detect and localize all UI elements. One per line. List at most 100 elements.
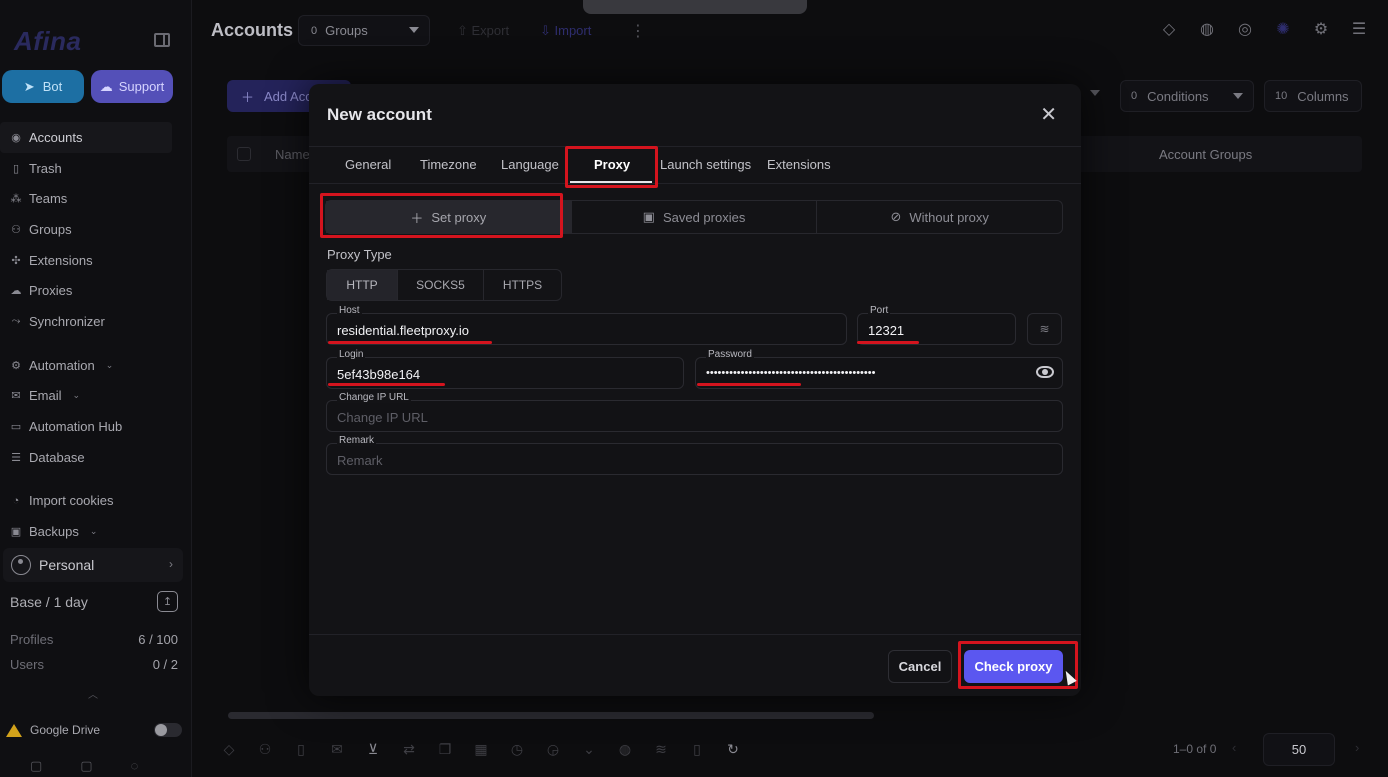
download-icon[interactable]: ⊻ <box>364 741 382 758</box>
port-value: 12321 <box>868 323 905 338</box>
automation-icon: ⚙ <box>11 359 21 372</box>
tab-general[interactable]: General <box>345 157 391 172</box>
clock-icon[interactable]: ◷ <box>508 741 526 758</box>
bug-icon[interactable]: ✺ <box>1274 20 1292 38</box>
start-icon[interactable]: ◇ <box>220 741 238 758</box>
team-icon[interactable]: ⚇ <box>256 741 274 758</box>
remark-field[interactable]: Remark Remark <box>326 435 1063 475</box>
workspace-selector[interactable]: Personal › <box>3 548 183 582</box>
underline-password <box>697 383 801 386</box>
chevron-down-icon[interactable]: ⌄ <box>580 741 598 758</box>
plus-icon: ＋ <box>410 210 424 226</box>
cloud-icon: ☁ <box>10 285 22 298</box>
groups-select[interactable]: 0 Groups <box>298 15 430 46</box>
sidebar-item-backups[interactable]: ▣ Backups ⌄ <box>0 516 192 547</box>
refresh-icon[interactable]: ↻ <box>724 741 742 758</box>
tag-icon[interactable]: ◇ <box>1160 20 1178 38</box>
timer-icon[interactable]: ◶ <box>544 741 562 758</box>
laptop-icon: ▭ <box>10 421 22 434</box>
cancel-button[interactable]: Cancel <box>888 650 952 683</box>
tab-language[interactable]: Language <box>501 157 559 172</box>
pagination-prev-icon[interactable]: ‹ <box>1232 740 1236 755</box>
calendar-icon[interactable]: ▦ <box>472 741 490 758</box>
no-icon: ⊘ <box>890 209 902 224</box>
select-all-checkbox[interactable] <box>237 147 251 161</box>
sidebar-item-database[interactable]: ☰ Database <box>0 442 192 473</box>
wifi-icon[interactable]: ≋ <box>652 741 670 758</box>
eye-icon[interactable] <box>1036 366 1054 378</box>
proxy-type-http[interactable]: HTTP <box>327 270 398 300</box>
more-menu-icon[interactable]: ⋮ <box>630 21 646 41</box>
sync-icon: ⤳ <box>11 314 21 327</box>
chevron-down-icon[interactable] <box>1090 90 1100 96</box>
pagination-next-icon[interactable]: › <box>1355 740 1359 755</box>
chevron-up-icon[interactable]: ︿ <box>88 686 98 701</box>
trash-icon[interactable]: ▯ <box>688 741 706 758</box>
move-icon[interactable]: ⇄ <box>400 741 418 758</box>
sidebar-item-import-cookies[interactable]: ◔ Import cookies <box>0 486 192 517</box>
sidebar-item-teams[interactable]: ⁂ Teams <box>0 183 192 214</box>
proxy-type-socks5[interactable]: SOCKS5 <box>398 270 484 300</box>
database-icon: ☰ <box>11 451 21 464</box>
header-icons: ◇ ◍ ◎ ✺ ⚙ ☰ <box>1160 20 1368 38</box>
sidebar-item-synchronizer[interactable]: ⤳ Synchronizer <box>0 306 192 337</box>
export-button[interactable]: ⇧ Export <box>457 23 509 39</box>
import-button[interactable]: ⇩ Import <box>540 23 591 39</box>
columns-select[interactable]: 10 Columns <box>1264 80 1362 112</box>
set-proxy-button[interactable]: ＋ Set proxy <box>326 201 572 233</box>
tab-launch-settings[interactable]: Launch settings <box>660 157 751 172</box>
conditions-select[interactable]: 0 Conditions <box>1120 80 1254 112</box>
saved-proxies-button[interactable]: ▣ Saved proxies <box>572 201 818 233</box>
team-icon: ⁂ <box>10 193 22 206</box>
fingerprint-icon[interactable]: ◍ <box>1198 20 1216 38</box>
sidebar-item-proxies[interactable]: ☁ Proxies <box>0 275 192 306</box>
stat-users: Users 0 / 2 <box>10 657 178 672</box>
globe-icon[interactable]: ◎ <box>1236 20 1254 38</box>
column-name[interactable]: Name <box>275 147 310 162</box>
page-size-select[interactable]: 50 <box>1263 733 1335 766</box>
google-drive-toggle[interactable] <box>154 723 182 737</box>
upgrade-icon[interactable]: ↥ <box>157 591 178 612</box>
support-button[interactable]: ☁ Support <box>91 70 173 103</box>
horizontal-scrollbar[interactable] <box>228 712 874 719</box>
column-account-groups[interactable]: Account Groups <box>1159 147 1252 162</box>
plus-icon: ＋ <box>241 89 255 105</box>
login-value: 5ef43b98e164 <box>337 367 421 382</box>
change-ip-url-field[interactable]: Change IP URL Change IP URL <box>326 392 1063 432</box>
sidebar-item-automation[interactable]: ⚙ Automation ⌄ <box>0 350 192 381</box>
without-proxy-button[interactable]: ⊘ Without proxy <box>817 201 1062 233</box>
host-value: residential.fleetproxy.io <box>337 323 469 338</box>
tab-extensions[interactable]: Extensions <box>767 157 831 172</box>
sidebar-item-groups[interactable]: ⚇ Groups <box>0 214 192 245</box>
proxy-type-https[interactable]: HTTPS <box>484 270 561 300</box>
sidebar-item-email[interactable]: ✉ Email ⌄ <box>0 381 192 412</box>
modal-tabs: General Timezone Language Proxy Launch s… <box>309 146 1081 184</box>
bulk-action-toolbar: ◇ ⚇ ▯ ✉ ⊻ ⇄ ❐ ▦ ◷ ◶ ⌄ ◍ ≋ ▯ ↻ <box>220 741 742 758</box>
layers-icon[interactable]: ☰ <box>1350 20 1368 38</box>
modal-title: New account <box>327 105 432 124</box>
bot-button[interactable]: ➤ Bot <box>2 70 84 103</box>
copy-icon[interactable]: ❐ <box>436 741 454 758</box>
file-icon[interactable]: ▯ <box>292 741 310 758</box>
telegram-icon: ➤ <box>23 78 35 94</box>
sidebar-item-trash[interactable]: ▯ Trash <box>0 153 192 184</box>
sidebar-item-accounts[interactable]: ◉ Accounts <box>0 122 172 153</box>
folder-icon[interactable]: ▢ <box>30 758 42 774</box>
sidebar-item-extensions[interactable]: ✣ Extensions <box>0 245 192 276</box>
tab-proxy[interactable]: Proxy <box>594 157 630 172</box>
eye-off-icon[interactable]: ◌ <box>131 758 139 774</box>
tab-timezone[interactable]: Timezone <box>420 157 477 172</box>
proxy-mode-selector: ＋ Set proxy ▣ Saved proxies ⊘ Without pr… <box>325 200 1063 234</box>
check-proxy-button[interactable]: Check proxy <box>964 650 1063 683</box>
google-drive-icon <box>6 723 22 737</box>
chevron-down-icon <box>1233 93 1243 99</box>
gear-icon[interactable]: ⚙ <box>1312 20 1330 38</box>
sidebar-toggle-icon[interactable] <box>154 33 170 47</box>
pagination-range: 1–0 of 0 <box>1173 742 1217 756</box>
folder-add-icon[interactable]: ▢ <box>80 758 92 774</box>
sidebar-item-automation-hub[interactable]: ▭ Automation Hub <box>0 411 192 442</box>
fingerprint-icon[interactable]: ◍ <box>616 741 634 758</box>
close-icon[interactable]: ✕ <box>1040 102 1057 127</box>
mail-icon[interactable]: ✉ <box>328 741 346 758</box>
wifi-icon[interactable]: ≋ <box>1027 313 1062 345</box>
